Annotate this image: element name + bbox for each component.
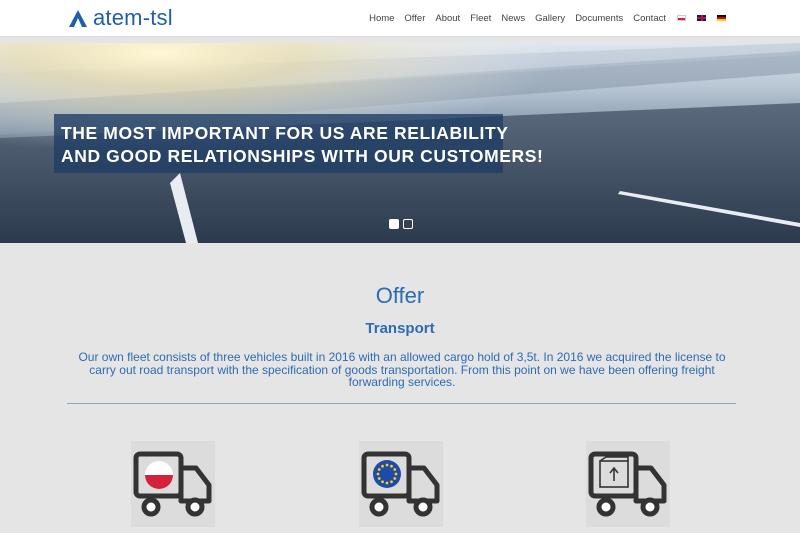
pl-flag-icon[interactable] <box>677 15 686 21</box>
main-nav: Home Offer About Fleet News Gallery Docu… <box>359 0 726 36</box>
nav-documents[interactable]: Documents <box>575 13 623 24</box>
divider <box>67 403 736 404</box>
section-title: Offer <box>375 283 425 308</box>
de-flag-icon[interactable] <box>717 15 726 21</box>
nav-contact[interactable]: Contact <box>633 13 666 24</box>
nav-news[interactable]: News <box>501 13 525 24</box>
slogan-line-1: THE MOST IMPORTANT FOR US ARE RELIABILIT… <box>61 123 509 143</box>
gb-flag-icon[interactable] <box>697 15 706 21</box>
truck-cargo-box-icon[interactable] <box>586 441 670 527</box>
nav-about[interactable]: About <box>435 13 460 24</box>
logo-mark-icon <box>69 10 87 27</box>
slider-dot-2[interactable] <box>403 219 413 229</box>
section-subtitle: Transport <box>365 320 435 337</box>
hero-slider: THE MOST IMPORTANT FOR US ARE RELIABILIT… <box>0 43 800 243</box>
nav-home[interactable]: Home <box>369 13 394 24</box>
logo-text: atem-tsl <box>93 5 173 30</box>
site-header: atem-tsl Home Offer About Fleet News Gal… <box>0 0 800 37</box>
nav-offer[interactable]: Offer <box>404 13 425 24</box>
slider-dots <box>389 219 417 229</box>
logo[interactable]: atem-tsl <box>67 5 173 31</box>
truck-poland-icon[interactable] <box>131 441 215 527</box>
slogan-line-2: AND GOOD RELATIONSHIPS WITH OUR CUSTOMER… <box>61 146 544 166</box>
nav-fleet[interactable]: Fleet <box>470 13 491 24</box>
hero-slogan: THE MOST IMPORTANT FOR US ARE RELIABILIT… <box>54 114 544 173</box>
section-description: Our own fleet consists of three vehicles… <box>78 350 726 389</box>
nav-gallery[interactable]: Gallery <box>535 13 565 24</box>
truck-eu-icon[interactable] <box>359 441 443 527</box>
slider-dot-1[interactable] <box>389 219 399 229</box>
